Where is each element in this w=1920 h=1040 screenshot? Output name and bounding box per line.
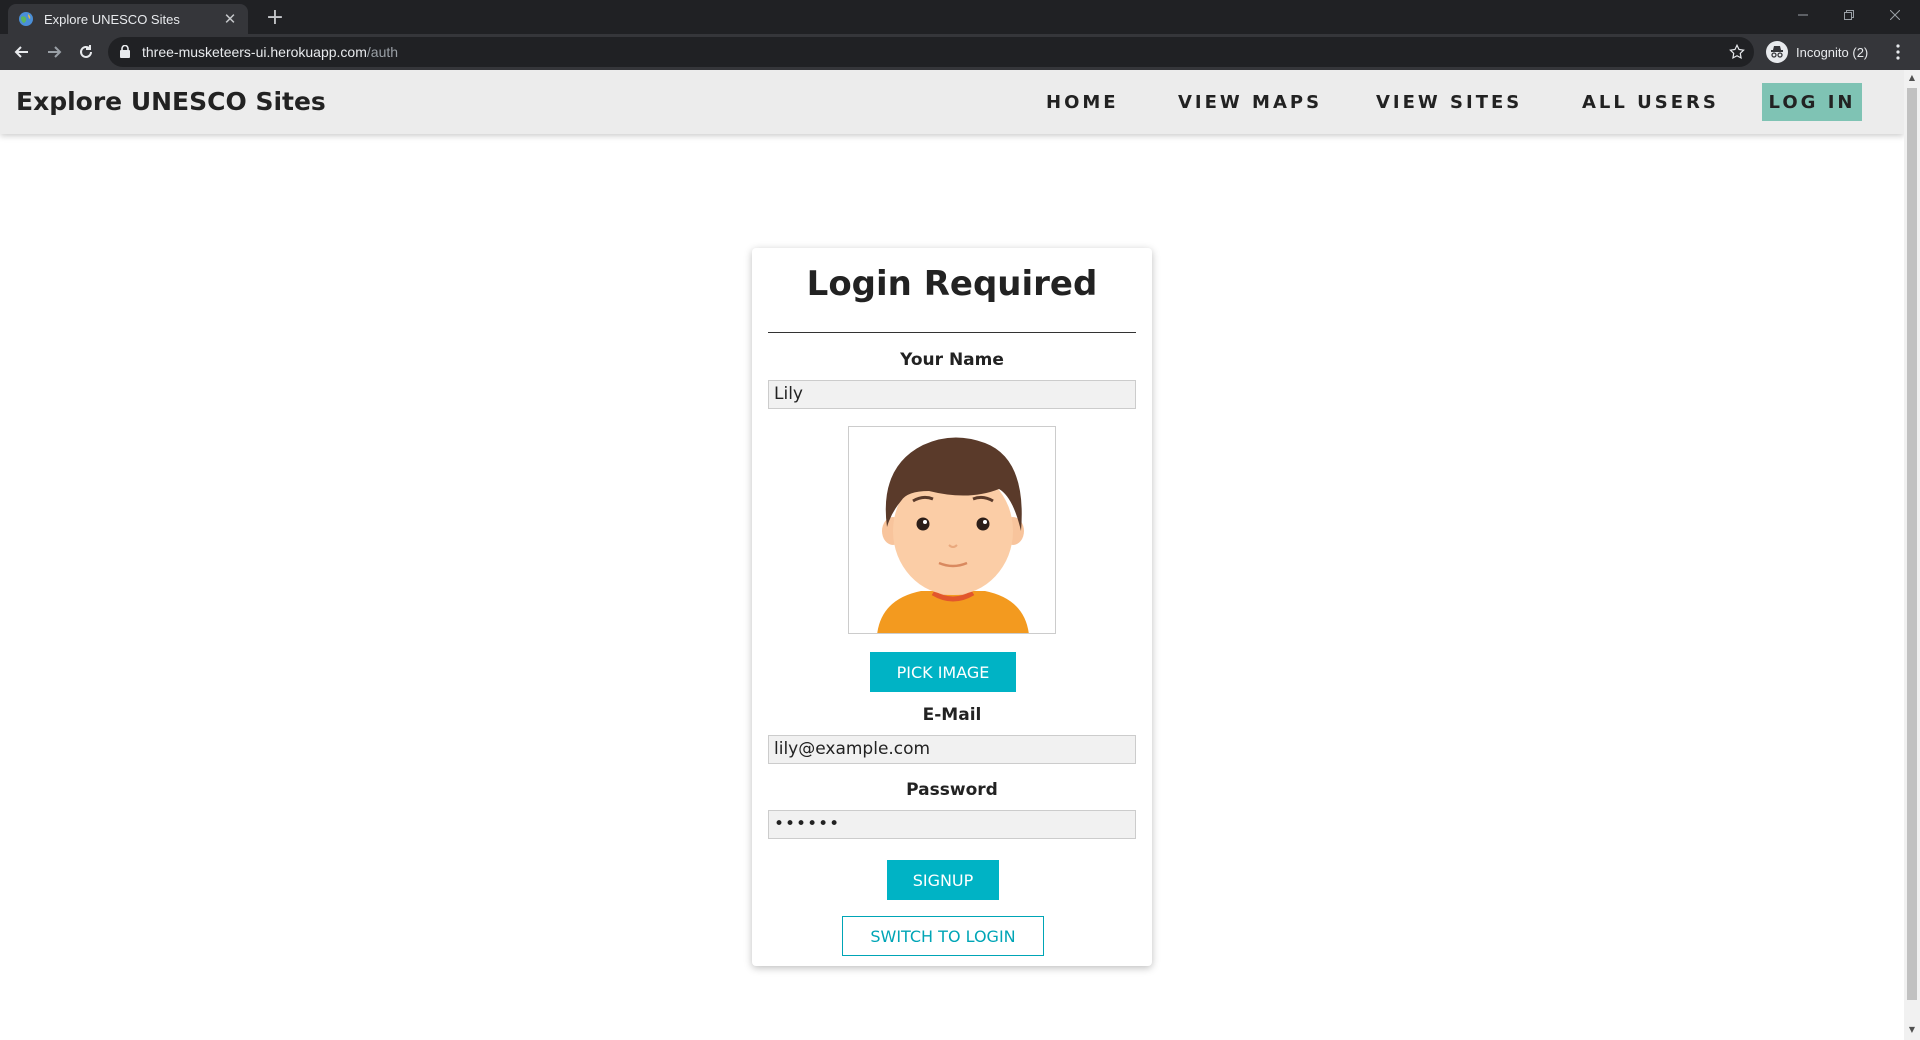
- incognito-label: Incognito (2): [1796, 44, 1869, 60]
- nav-view-sites[interactable]: VIEW SITES: [1376, 92, 1522, 113]
- globe-favicon-icon: [19, 12, 33, 26]
- browser-toolbar: three-musketeers-ui.herokuapp.com/auth I…: [0, 34, 1920, 70]
- incognito-icon: [1766, 41, 1788, 63]
- minimize-icon[interactable]: [1780, 0, 1826, 30]
- tab-title: Explore UNESCO Sites: [44, 11, 180, 27]
- restore-icon[interactable]: [1826, 0, 1872, 30]
- title-divider: [768, 332, 1136, 333]
- scroll-up-arrow-icon[interactable]: ▲: [1908, 74, 1916, 82]
- scrollbar-thumb[interactable]: [1907, 88, 1917, 1000]
- password-label: Password: [906, 780, 998, 800]
- auth-card: Login Required Your Name Lily PICK IMAGE…: [752, 248, 1152, 966]
- app-header: Explore UNESCO Sites HOME VIEW MAPS VIEW…: [0, 70, 1904, 134]
- name-input[interactable]: Lily: [768, 380, 1136, 409]
- pick-image-button[interactable]: PICK IMAGE: [870, 652, 1016, 692]
- email-input[interactable]: lily@example.com: [768, 735, 1136, 764]
- signup-button[interactable]: SIGNUP: [887, 860, 999, 900]
- nav-all-users[interactable]: ALL USERS: [1582, 92, 1719, 113]
- nav-log-in[interactable]: LOG IN: [1762, 83, 1862, 121]
- back-arrow-icon[interactable]: [8, 38, 36, 66]
- url-path: /auth: [366, 44, 399, 60]
- nav-home[interactable]: HOME: [1046, 92, 1119, 113]
- avatar-preview: [848, 426, 1056, 634]
- forward-arrow-icon[interactable]: [40, 38, 68, 66]
- incognito-profile-button[interactable]: Incognito (2): [1762, 38, 1878, 66]
- bookmark-star-icon[interactable]: [1728, 43, 1746, 61]
- window-close-icon[interactable]: [1872, 0, 1918, 30]
- new-tab-button[interactable]: +: [262, 6, 288, 32]
- lock-icon: [120, 45, 130, 58]
- scroll-down-arrow-icon[interactable]: ▼: [1908, 1026, 1916, 1034]
- switch-to-login-button[interactable]: SWITCH TO LOGIN: [842, 916, 1044, 956]
- password-input[interactable]: ••••••: [768, 810, 1136, 839]
- card-title: Login Required: [806, 264, 1098, 304]
- url-text: three-musketeers-ui.herokuapp.com/auth: [142, 44, 398, 60]
- browser-menu-icon[interactable]: [1886, 40, 1910, 64]
- reload-icon[interactable]: [72, 38, 100, 66]
- browser-tab-strip: Explore UNESCO Sites ✕ +: [0, 0, 1920, 34]
- name-label: Your Name: [900, 350, 1004, 370]
- address-bar[interactable]: three-musketeers-ui.herokuapp.com/auth: [108, 37, 1754, 67]
- browser-tab[interactable]: Explore UNESCO Sites ✕: [8, 4, 248, 34]
- avatar-boy-icon: [877, 437, 1029, 633]
- page-scrollbar[interactable]: ▲ ▼: [1904, 70, 1920, 1040]
- email-label: E-Mail: [922, 705, 982, 725]
- brand-title[interactable]: Explore UNESCO Sites: [16, 87, 326, 116]
- page-viewport: Explore UNESCO Sites HOME VIEW MAPS VIEW…: [0, 70, 1904, 1040]
- nav-view-maps[interactable]: VIEW MAPS: [1178, 92, 1322, 113]
- url-host: three-musketeers-ui.herokuapp.com: [142, 44, 367, 60]
- tab-close-icon[interactable]: ✕: [222, 10, 238, 28]
